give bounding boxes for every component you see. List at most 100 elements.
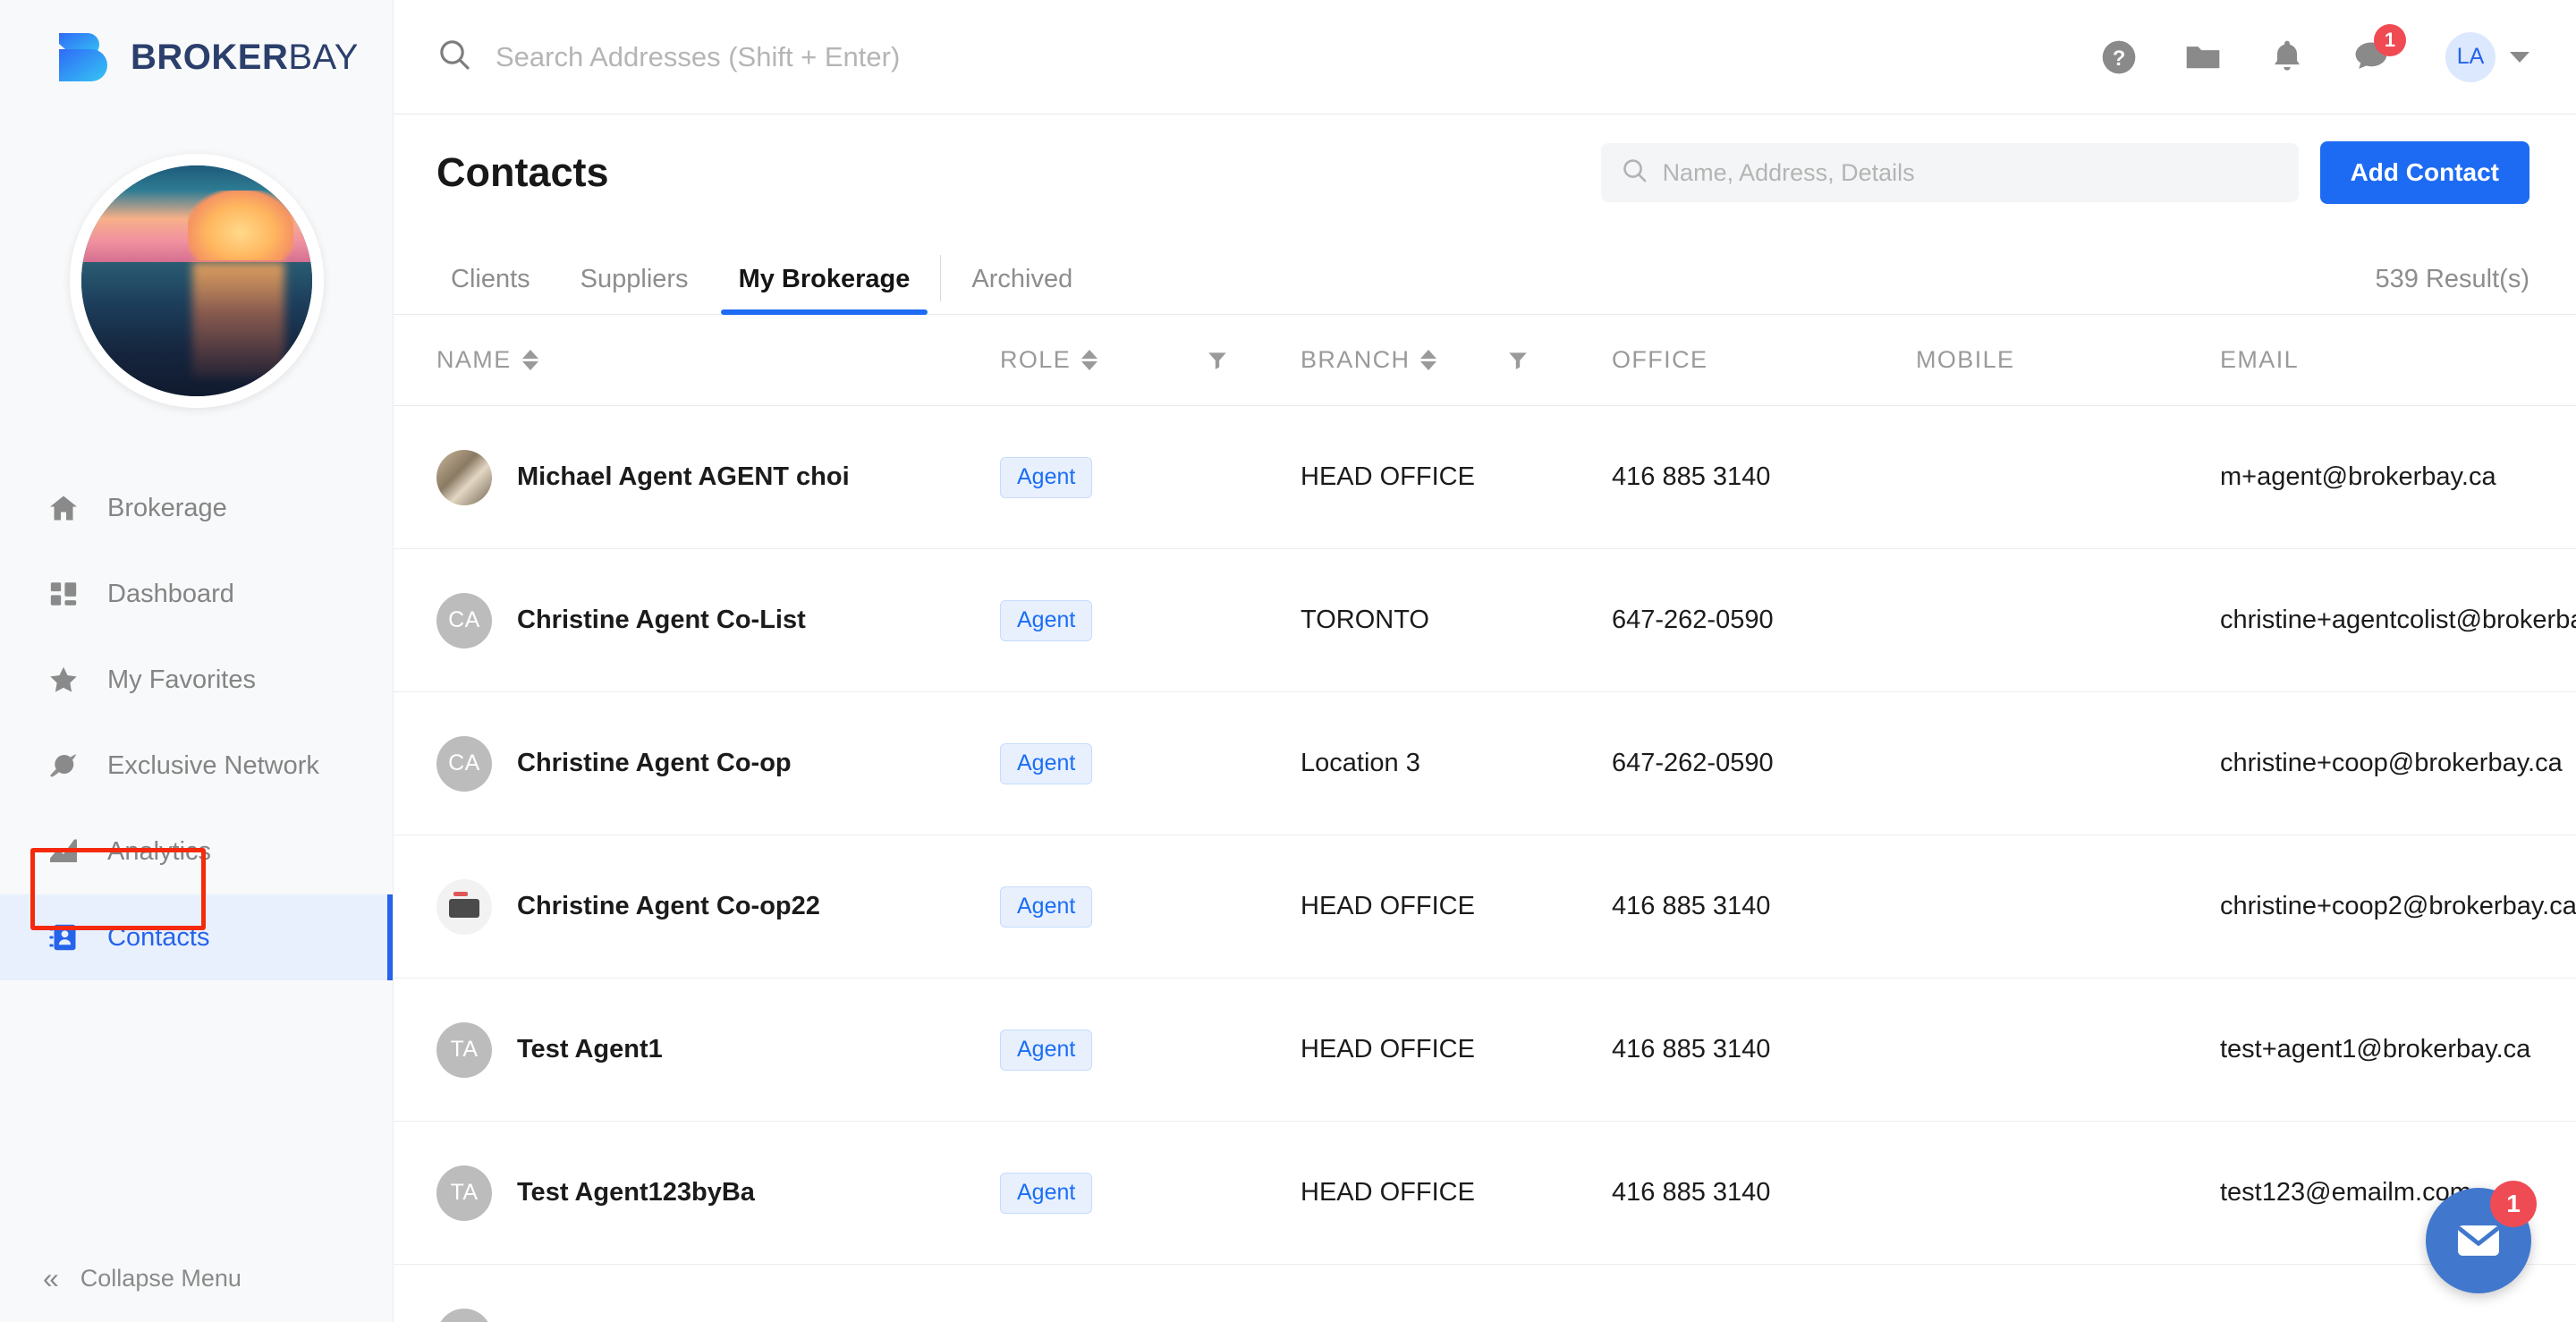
double-chevron-left-icon: « xyxy=(43,1262,59,1294)
table-row[interactable]: Michael Agent AGENT choi Agent HEAD OFFI… xyxy=(394,406,2576,549)
brand-name-light: BAY xyxy=(288,37,359,77)
search-icon xyxy=(436,37,472,77)
app-root: BROKERBAY Brokerage Dashboard My Favorit… xyxy=(0,0,2576,1322)
messages-fab-button[interactable]: 1 xyxy=(2426,1181,2537,1293)
column-header-branch[interactable]: BRANCH xyxy=(1301,346,1506,374)
column-header-name[interactable]: NAME xyxy=(436,346,1000,374)
user-menu[interactable]: LA xyxy=(2445,31,2529,82)
global-search[interactable] xyxy=(436,37,2098,77)
contacts-search-input[interactable] xyxy=(1662,158,2279,187)
contact-name: Test Agent1 xyxy=(517,1035,663,1064)
cell-name: Christine Agent Co-op22 xyxy=(436,878,1000,935)
sidebar-item-dashboard[interactable]: Dashboard xyxy=(0,551,393,637)
cell-name: TA Test Agent1 xyxy=(436,1021,1000,1078)
tab-my-brokerage[interactable]: My Brokerage xyxy=(714,265,936,315)
folder-icon[interactable] xyxy=(2182,37,2224,78)
brand-logo[interactable]: BROKERBAY xyxy=(0,0,393,114)
sort-name-icon[interactable] xyxy=(521,350,538,370)
contact-avatar: CA xyxy=(436,735,492,792)
add-contact-button[interactable]: Add Contact xyxy=(2319,141,2529,204)
cell-name: TA Test Agent123byBa xyxy=(436,1165,1000,1221)
svg-text:?: ? xyxy=(2113,47,2126,71)
contact-avatar xyxy=(436,1308,492,1322)
contacts-tabs-bar: Clients Suppliers My Brokerage Archived … xyxy=(394,231,2576,315)
cell-office: 647-262-0590 xyxy=(1612,606,1774,634)
contact-name: Christine Agent Co-List xyxy=(517,606,806,634)
contacts-tabs: Clients Suppliers My Brokerage Archived xyxy=(436,231,2376,315)
contact-avatar: TA xyxy=(436,1165,492,1221)
search-icon xyxy=(1621,157,1648,189)
column-header-role[interactable]: ROLE xyxy=(1000,346,1206,374)
cell-office: 416 885 3140 xyxy=(1612,462,1771,491)
table-row[interactable]: TA Test Agent1 Agent HEAD OFFICE 416 885… xyxy=(394,979,2576,1122)
contacts-table-body: Michael Agent AGENT choi Agent HEAD OFFI… xyxy=(394,406,2576,1322)
top-bar: ? 1 LA xyxy=(394,0,2576,114)
page-title: Contacts xyxy=(436,149,609,195)
profile-avatar[interactable] xyxy=(70,154,324,408)
role-badge: Agent xyxy=(1000,599,1093,641)
filter-funnel-icon[interactable] xyxy=(1206,349,1229,372)
sidebar-item-exclusive-network[interactable]: Exclusive Network xyxy=(0,723,393,809)
column-header-email: EMAIL xyxy=(2220,346,2300,373)
cell-branch: Location 3 xyxy=(1301,749,1420,777)
cell-office: 416 885 3140 xyxy=(1612,892,1771,920)
cell-email: christine+coop@brokerbay.ca xyxy=(2220,749,2563,777)
grid-icon xyxy=(47,577,80,611)
envelope-icon xyxy=(2457,1225,2500,1256)
sidebar-item-analytics[interactable]: Analytics xyxy=(0,809,393,894)
cell-role: Agent xyxy=(1000,742,1206,784)
tab-clients[interactable]: Clients xyxy=(436,265,555,314)
filter-funnel-icon[interactable] xyxy=(1506,349,1530,372)
cell-branch: HEAD OFFICE xyxy=(1301,462,1475,491)
sort-branch-icon[interactable] xyxy=(1420,350,1437,370)
cell-name: CA Christine Agent Co-List xyxy=(436,592,1000,648)
tab-suppliers[interactable]: Suppliers xyxy=(555,265,714,314)
column-filter-role[interactable] xyxy=(1206,349,1301,372)
contact-name: Christine Agent Co-op xyxy=(517,749,792,777)
tab-archived[interactable]: Archived xyxy=(946,265,1097,314)
column-filter-branch[interactable] xyxy=(1506,349,1612,372)
cell-name: CA Christine Agent Co-op xyxy=(436,735,1000,792)
brand-name-bold: BROKER xyxy=(131,37,289,77)
cell-role: Agent xyxy=(1000,886,1206,928)
help-icon[interactable]: ? xyxy=(2098,37,2140,78)
contacts-search[interactable] xyxy=(1600,143,2299,202)
cell-name: Michael Agent AGENT choi xyxy=(436,449,1000,505)
contact-name: Michael Agent AGENT choi xyxy=(517,462,850,491)
sort-role-icon[interactable] xyxy=(1081,350,1098,370)
cell-branch: HEAD OFFICE xyxy=(1301,892,1475,920)
brand-name: BROKERBAY xyxy=(131,38,359,78)
chart-icon xyxy=(47,835,80,869)
sidebar-item-contacts[interactable]: Contacts xyxy=(0,894,393,980)
chevron-down-icon xyxy=(2510,51,2529,63)
sidebar-item-label: My Favorites xyxy=(107,665,256,694)
table-header: NAME ROLE BRANCH OFFICE MOBILE EMAIL xyxy=(394,315,2576,406)
chat-bubble-icon[interactable]: 1 xyxy=(2351,23,2406,78)
star-icon xyxy=(47,663,80,697)
search-input[interactable] xyxy=(496,40,2098,73)
table-row[interactable]: CA Christine Agent Co-List Agent TORONTO… xyxy=(394,549,2576,692)
contact-avatar xyxy=(436,449,492,505)
table-row[interactable]: CA Christine Agent Co-op Agent Location … xyxy=(394,692,2576,835)
cell-office: 416 885 3140 xyxy=(1612,1035,1771,1064)
contact-name: Test Agent123byBa xyxy=(517,1178,755,1207)
sidebar-item-my-favorites[interactable]: My Favorites xyxy=(0,637,393,723)
cell-email: test+agent1@brokerbay.ca xyxy=(2220,1035,2531,1064)
bell-icon[interactable] xyxy=(2267,37,2308,78)
profile-avatar-image xyxy=(81,165,312,396)
sidebar-item-brokerage[interactable]: Brokerage xyxy=(0,465,393,551)
table-row-partial[interactable] xyxy=(394,1265,2576,1322)
collapse-menu-button[interactable]: « Collapse Menu xyxy=(0,1234,393,1322)
table-row[interactable]: Christine Agent Co-op22 Agent HEAD OFFIC… xyxy=(394,835,2576,979)
cell-office: 416 885 3140 xyxy=(1612,1178,1771,1207)
column-label-name: NAME xyxy=(436,346,512,373)
role-badge: Agent xyxy=(1000,742,1093,784)
table-row[interactable]: TA Test Agent123byBa Agent HEAD OFFICE 4… xyxy=(394,1122,2576,1265)
sidebar-item-label: Contacts xyxy=(107,922,210,952)
sidebar: BROKERBAY Brokerage Dashboard My Favorit… xyxy=(0,0,394,1322)
cell-branch: HEAD OFFICE xyxy=(1301,1178,1475,1207)
cell-branch: TORONTO xyxy=(1301,606,1429,634)
top-bar-icons: ? 1 LA xyxy=(2098,23,2529,82)
role-badge: Agent xyxy=(1000,886,1093,928)
column-header-office: OFFICE xyxy=(1612,346,1708,373)
